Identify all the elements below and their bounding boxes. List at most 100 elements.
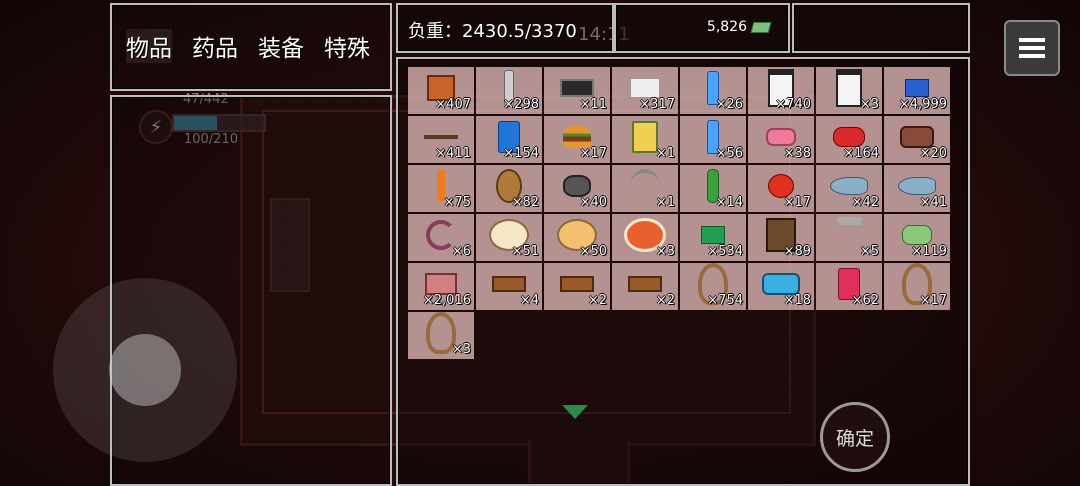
category-tabs: 物品 药品 装备 特殊	[126, 29, 370, 63]
money-display: 5,826	[707, 19, 772, 35]
item-count: ×411	[435, 146, 471, 161]
berry-icon	[833, 127, 865, 148]
joystick-knob[interactable]	[109, 334, 181, 406]
inventory-slot[interactable]: ×407	[408, 67, 474, 114]
inventory-slot[interactable]: ×89	[748, 214, 814, 261]
inventory-slot[interactable]: ×2,016	[408, 263, 474, 310]
inventory-slot[interactable]: ×26	[680, 67, 746, 114]
item-count: ×298	[503, 97, 539, 112]
inventory-slot[interactable]: ×17	[884, 263, 950, 310]
inventory-slot[interactable]: ×20	[884, 116, 950, 163]
ore-icon	[563, 175, 591, 198]
confirm-button[interactable]: 确定	[820, 402, 890, 472]
item-count: ×82	[511, 195, 539, 210]
item-count: ×17	[919, 293, 947, 308]
slab-icon	[425, 273, 457, 296]
item-count: ×42	[851, 195, 879, 210]
item-count: ×2	[655, 293, 675, 308]
item-count: ×11	[579, 97, 607, 112]
item-count: ×1	[655, 146, 675, 161]
inventory-slot[interactable]: ×164	[816, 116, 882, 163]
inventory-slot[interactable]: ×5	[816, 214, 882, 261]
inventory-slot[interactable]: ×41	[884, 165, 950, 212]
tape-icon	[701, 226, 725, 245]
inventory-slot[interactable]: ×534	[680, 214, 746, 261]
jar-icon	[836, 69, 862, 108]
inventory-slot[interactable]: ×75	[408, 165, 474, 212]
inventory-slot[interactable]: ×17	[748, 165, 814, 212]
inventory-slot[interactable]: ×40	[544, 165, 610, 212]
item-count: ×119	[911, 244, 947, 259]
inventory-slot[interactable]: ×1	[612, 165, 678, 212]
inventory-slot[interactable]: ×2	[612, 263, 678, 310]
wood-icon	[560, 276, 594, 293]
paper-icon	[630, 78, 660, 99]
item-count: ×5	[859, 244, 879, 259]
inventory-slot[interactable]: ×154	[476, 116, 542, 163]
item-count: ×6	[451, 244, 471, 259]
inventory-slot[interactable]: ×317	[612, 67, 678, 114]
inventory-slot[interactable]: ×4	[476, 263, 542, 310]
inventory-slot[interactable]: ×2	[544, 263, 610, 310]
item-count: ×40	[579, 195, 607, 210]
inventory-slot[interactable]: ×50	[544, 214, 610, 261]
menu-button[interactable]	[1004, 20, 1060, 76]
tab-special[interactable]: 特殊	[324, 29, 370, 63]
inventory-slot[interactable]: ×62	[816, 263, 882, 310]
inventory-slot[interactable]: ×754	[680, 263, 746, 310]
inventory-slot[interactable]: ×4,999	[884, 67, 950, 114]
money-panel: 5,826	[614, 3, 790, 53]
hammer-icon	[836, 217, 862, 253]
inventory-slot[interactable]: ×11	[544, 67, 610, 114]
inventory-slot[interactable]: ×17	[544, 116, 610, 163]
item-count: ×3	[655, 244, 675, 259]
inventory-slot[interactable]: ×38	[748, 116, 814, 163]
book-icon	[905, 79, 929, 98]
item-count: ×20	[919, 146, 947, 161]
inventory-slot[interactable]: ×740	[748, 67, 814, 114]
item-count: ×62	[851, 293, 879, 308]
inventory-slot[interactable]: ×3	[612, 214, 678, 261]
wood-icon	[628, 276, 662, 293]
weight-label: 负重：	[408, 21, 462, 42]
item-count: ×407	[435, 97, 471, 112]
cash-icon	[750, 21, 772, 33]
tin-icon	[632, 121, 658, 154]
pebble-icon	[902, 225, 932, 246]
inventory-slot[interactable]: ×119	[884, 214, 950, 261]
item-count: ×41	[919, 195, 947, 210]
inventory-slot[interactable]: ×56	[680, 116, 746, 163]
inventory-slot[interactable]: ×6	[408, 214, 474, 261]
inventory-slot[interactable]: ×14	[680, 165, 746, 212]
tab-equipment[interactable]: 装备	[258, 29, 304, 63]
item-count: ×89	[783, 244, 811, 259]
item-count: ×75	[443, 195, 471, 210]
tab-medicine[interactable]: 药品	[192, 29, 238, 63]
tab-items[interactable]: 物品	[126, 29, 172, 63]
inventory-slot[interactable]: ×1	[612, 116, 678, 163]
meat-icon	[766, 128, 796, 147]
inventory-slot[interactable]: ×3	[816, 67, 882, 114]
item-count: ×154	[503, 146, 539, 161]
carry-weight: 负重：2430.5/3370	[408, 17, 577, 43]
inventory-slot[interactable]: ×51	[476, 214, 542, 261]
inventory-grid: ×407 ×298 ×11 ×317 ×26 ×740 ×3 ×4,999 ×411 ×154 ×1…	[408, 67, 950, 359]
inventory-slot[interactable]: ×411	[408, 116, 474, 163]
inventory-slot[interactable]: ×18	[748, 263, 814, 310]
inventory-slot[interactable]: ×298	[476, 67, 542, 114]
category-tabs-panel: 物品 药品 装备 特殊	[110, 3, 392, 91]
fish-icon	[898, 177, 936, 196]
item-count: ×17	[783, 195, 811, 210]
item-count: ×2	[587, 293, 607, 308]
item-count: ×317	[639, 97, 675, 112]
inventory-slot[interactable]: ×82	[476, 165, 542, 212]
item-count: ×18	[783, 293, 811, 308]
item-count: ×164	[843, 146, 879, 161]
hamburger-icon	[1019, 38, 1045, 42]
burger-icon	[563, 126, 591, 149]
item-count: ×4,999	[898, 97, 947, 112]
item-count: ×740	[775, 97, 811, 112]
inventory-slot[interactable]: ×3	[408, 312, 474, 359]
inventory-slot[interactable]: ×42	[816, 165, 882, 212]
tuna-icon	[762, 273, 800, 296]
